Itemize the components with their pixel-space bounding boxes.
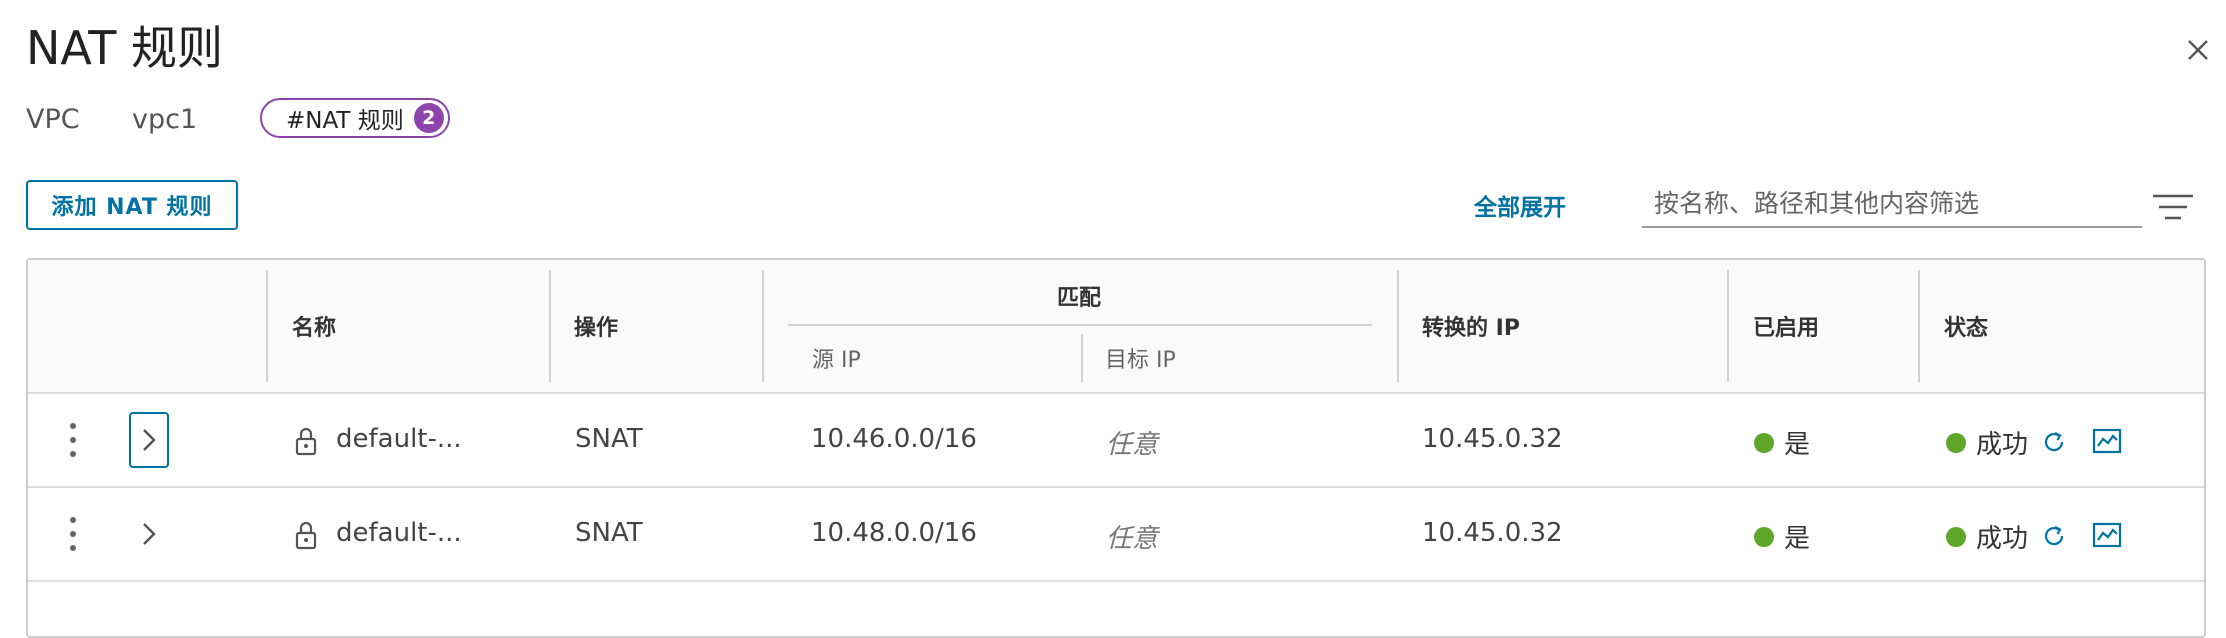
chart-icon[interactable] bbox=[2092, 522, 2122, 552]
rule-action: SNAT bbox=[575, 424, 643, 454]
match-underline bbox=[788, 324, 1372, 326]
header-divider bbox=[1727, 270, 1729, 382]
header-divider bbox=[549, 270, 551, 382]
chevron-right-icon bbox=[143, 429, 156, 451]
source-ip: 10.48.0.0/16 bbox=[811, 518, 977, 548]
refresh-icon[interactable] bbox=[2040, 428, 2068, 460]
header-divider bbox=[1081, 334, 1083, 382]
column-header-source-ip[interactable]: 源 IP bbox=[812, 342, 861, 374]
vpc-label: VPC bbox=[26, 104, 80, 135]
status-label: 成功 bbox=[1976, 430, 2029, 460]
header-divider bbox=[266, 270, 268, 382]
row-actions-icon[interactable] bbox=[68, 514, 78, 554]
status-dot bbox=[1946, 526, 1966, 547]
lock-icon bbox=[294, 426, 318, 460]
header-divider bbox=[762, 270, 764, 382]
dest-ip: 任意 bbox=[1106, 524, 1159, 554]
column-header-translated-ip[interactable]: 转换的 IP bbox=[1422, 310, 1520, 342]
enabled-indicator: 是 bbox=[1754, 518, 1810, 555]
rule-name[interactable]: default-... bbox=[336, 424, 462, 454]
refresh-icon[interactable] bbox=[2040, 522, 2068, 554]
rule-action: SNAT bbox=[575, 518, 643, 548]
expand-all-link[interactable]: 全部展开 bbox=[1474, 188, 1566, 222]
table-row: default-... SNAT 10.48.0.0/16 任意 10.45.0… bbox=[0, 488, 2226, 580]
row-divider bbox=[28, 580, 2204, 582]
column-header-match: 匹配 bbox=[1057, 286, 1102, 311]
expand-row-button[interactable] bbox=[129, 506, 169, 562]
source-ip: 10.46.0.0/16 bbox=[811, 424, 977, 454]
column-header-status[interactable]: 状态 bbox=[1944, 310, 1988, 342]
enabled-label: 是 bbox=[1784, 524, 1811, 554]
chevron-right-icon bbox=[143, 523, 156, 545]
status-dot bbox=[1754, 432, 1774, 453]
expand-row-button[interactable] bbox=[129, 412, 169, 468]
status-indicator: 成功 bbox=[1946, 424, 2028, 461]
status-indicator: 成功 bbox=[1946, 518, 2028, 555]
status-label: 成功 bbox=[1976, 524, 2029, 554]
header-divider bbox=[1397, 270, 1399, 382]
status-dot bbox=[1946, 432, 1966, 453]
add-nat-rule-button[interactable]: 添加 NAT 规则 bbox=[26, 180, 238, 230]
vpc-name: vpc1 bbox=[132, 104, 198, 135]
column-header-name[interactable]: 名称 bbox=[292, 310, 336, 342]
status-dot bbox=[1754, 526, 1774, 547]
count-badge: 2 bbox=[413, 103, 444, 133]
page-title: NAT 规则 bbox=[26, 21, 224, 75]
nat-rules-tag[interactable]: #NAT 规则 2 bbox=[260, 98, 450, 138]
enabled-label: 是 bbox=[1784, 430, 1811, 460]
translated-ip: 10.45.0.32 bbox=[1422, 424, 1563, 454]
search-input[interactable] bbox=[1642, 180, 2142, 228]
column-header-action[interactable]: 操作 bbox=[574, 310, 618, 342]
column-header-enabled[interactable]: 已启用 bbox=[1753, 310, 1819, 342]
filter-icon[interactable] bbox=[2150, 190, 2196, 224]
close-icon[interactable] bbox=[2184, 36, 2212, 64]
rule-name[interactable]: default-... bbox=[336, 518, 462, 548]
enabled-indicator: 是 bbox=[1754, 424, 1810, 461]
table-row: default-... SNAT 10.46.0.0/16 任意 10.45.0… bbox=[0, 394, 2226, 486]
tag-label: #NAT 规则 bbox=[286, 108, 404, 134]
chart-icon[interactable] bbox=[2092, 428, 2122, 458]
translated-ip: 10.45.0.32 bbox=[1422, 518, 1563, 548]
header-divider bbox=[1918, 270, 1920, 382]
row-actions-icon[interactable] bbox=[68, 420, 78, 460]
dest-ip: 任意 bbox=[1106, 430, 1159, 460]
lock-icon bbox=[294, 520, 318, 554]
column-header-dest-ip[interactable]: 目标 IP bbox=[1105, 342, 1176, 374]
